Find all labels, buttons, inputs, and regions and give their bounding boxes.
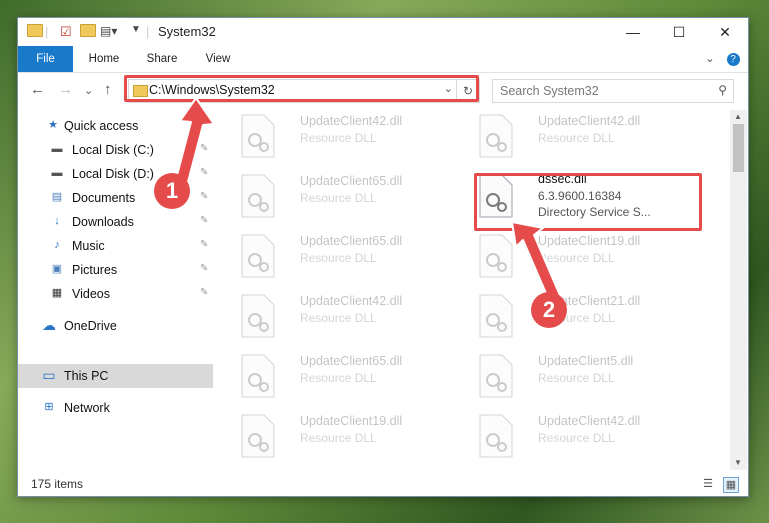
step-2-badge: 2 (531, 292, 567, 328)
arrow-1 (175, 97, 215, 183)
step-1-badge: 1 (154, 173, 190, 209)
annotation-arrows (175, 97, 563, 306)
